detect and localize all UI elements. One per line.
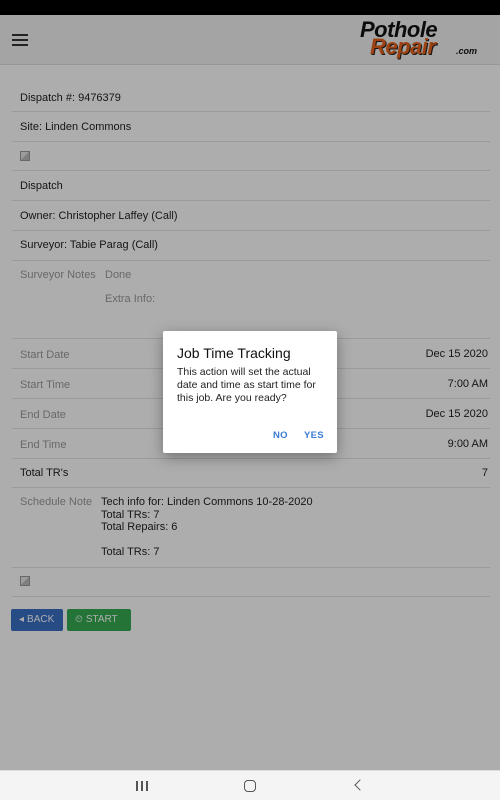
recent-apps-icon[interactable] (136, 781, 148, 791)
dialog-title: Job Time Tracking (177, 345, 291, 361)
no-button[interactable]: NO (273, 430, 288, 441)
job-time-tracking-dialog: Job Time Tracking This action will set t… (163, 331, 337, 453)
home-icon[interactable] (244, 780, 256, 792)
yes-button[interactable]: YES (304, 430, 324, 441)
system-nav-bar (0, 770, 500, 800)
back-nav-icon[interactable] (354, 779, 366, 791)
dialog-message: This action will set the actual date and… (177, 366, 316, 404)
